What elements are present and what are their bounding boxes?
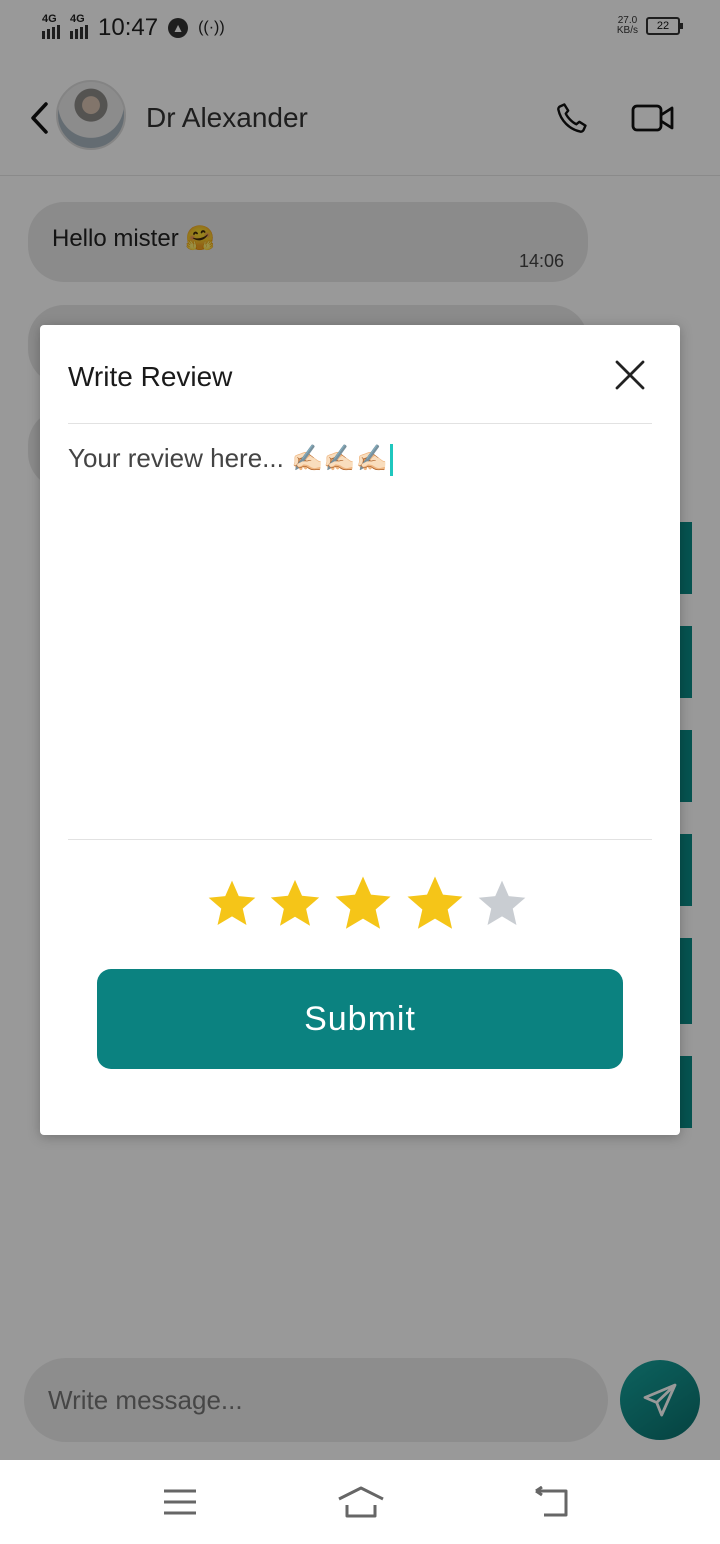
review-placeholder: Your review here... ✍🏻✍🏻✍🏻 <box>68 443 389 473</box>
dialog-title: Write Review <box>68 361 233 392</box>
text-caret <box>390 444 394 477</box>
divider <box>68 839 652 840</box>
star-icon[interactable] <box>474 876 530 932</box>
submit-button[interactable]: Submit <box>97 969 623 1069</box>
star-icon[interactable] <box>402 871 468 937</box>
home-icon[interactable] <box>336 1482 386 1522</box>
star-icon[interactable] <box>266 875 324 933</box>
write-review-dialog: Write Review Your review here... ✍🏻✍🏻✍🏻 … <box>40 325 680 1135</box>
star-icon[interactable] <box>330 871 396 937</box>
review-input[interactable]: Your review here... ✍🏻✍🏻✍🏻 <box>68 443 394 477</box>
system-nav-bar <box>0 1460 720 1544</box>
close-icon[interactable] <box>608 353 652 397</box>
menu-icon[interactable] <box>158 1482 202 1522</box>
star-icon[interactable] <box>204 876 260 932</box>
divider <box>68 423 652 424</box>
back-nav-icon[interactable] <box>528 1482 572 1522</box>
star-rating[interactable] <box>204 871 530 937</box>
